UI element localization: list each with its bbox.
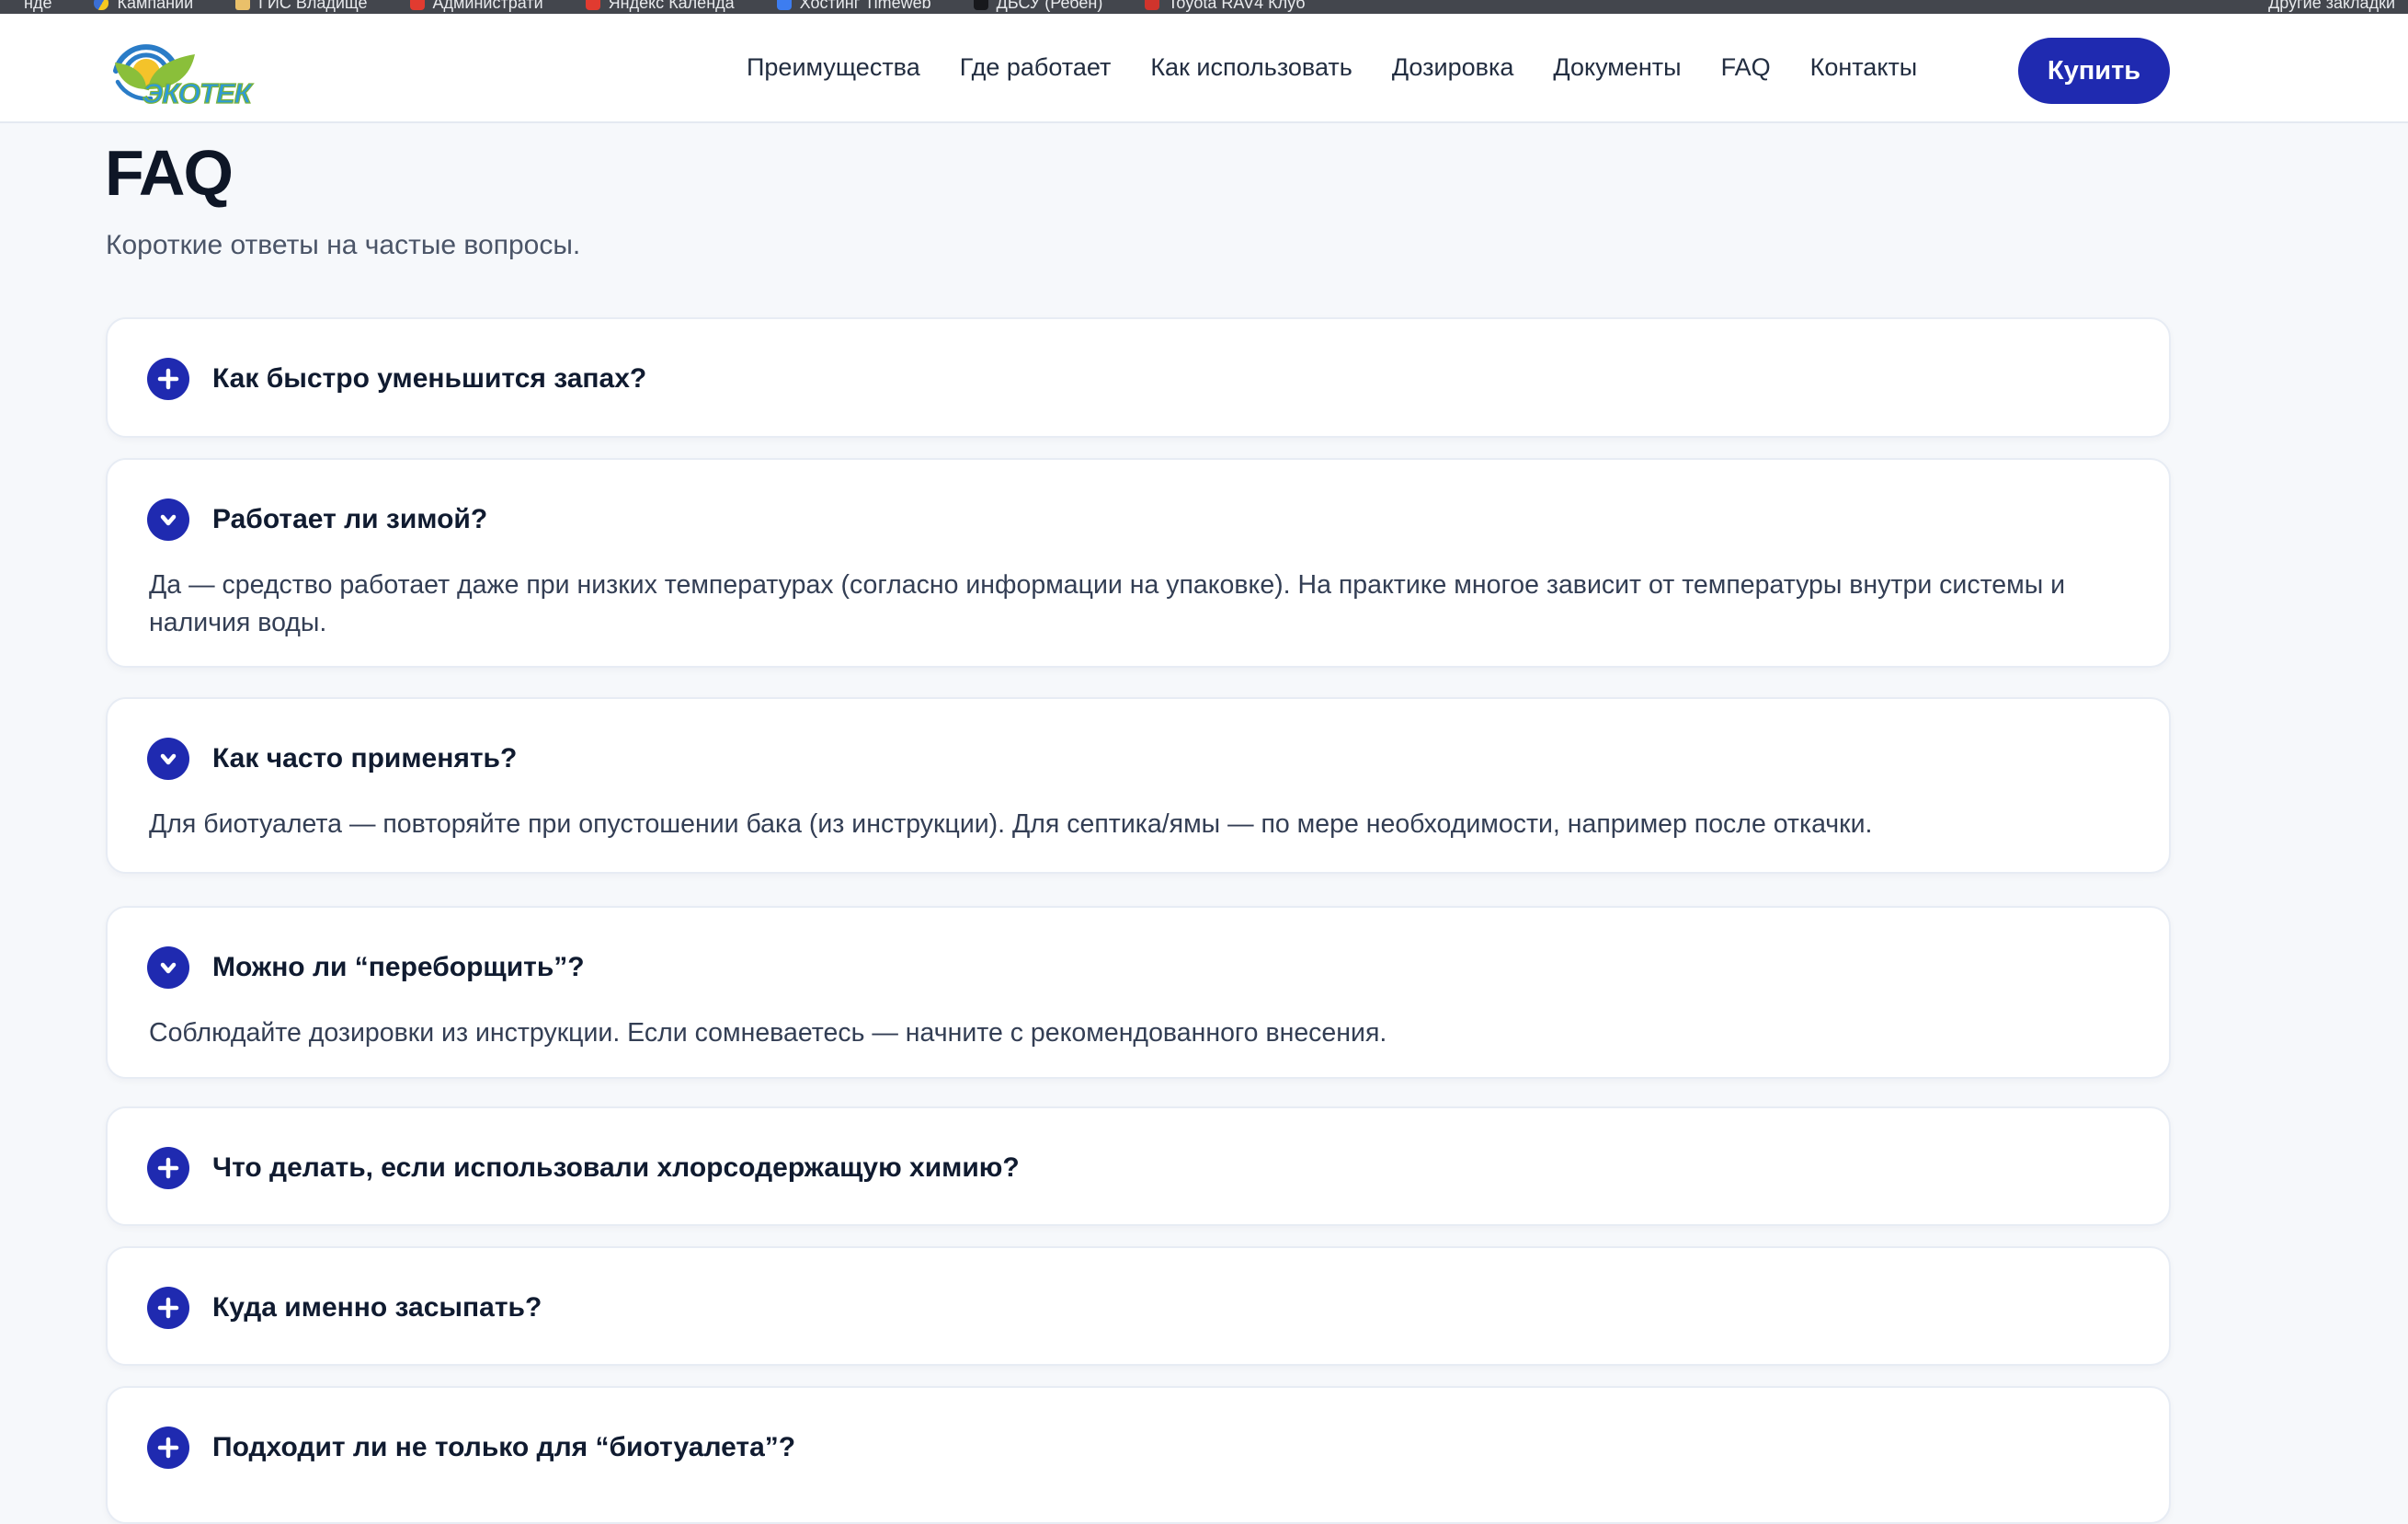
plus-icon[interactable] (147, 1287, 189, 1329)
page-title: FAQ (105, 136, 232, 210)
folder-icon (235, 0, 250, 10)
plus-icon[interactable] (147, 1427, 189, 1469)
plus-icon[interactable] (147, 1147, 189, 1189)
bookmark-label: Хостинг Timeweb (800, 0, 931, 13)
faq-item[interactable]: Работает ли зимой? Да — средство работает… (106, 458, 2171, 668)
faq-item[interactable]: Подходит ли не только для “биотуалета”? (106, 1386, 2171, 1524)
faq-answer: Для биотуалета — повторяйте при опустоше… (149, 806, 2105, 843)
faq-question: Как часто применять? (212, 743, 517, 774)
bookmark-item[interactable]: ДБСУ (Ребен) (974, 0, 1103, 13)
chevron-down-icon[interactable] (147, 738, 189, 780)
nav-link-1[interactable]: Где работает (960, 53, 1112, 82)
faq-item[interactable]: Можно ли “переборщить”? Соблюдайте дозиро… (106, 906, 2171, 1079)
bookmark-label: Яндекс Календа (609, 0, 735, 13)
chevron-down-icon[interactable] (147, 498, 189, 541)
faq-question: Можно ли “переборщить”? (212, 952, 585, 983)
bookmark-label: Администрати (433, 0, 543, 13)
bookmark-item[interactable]: нде (24, 0, 51, 13)
buy-button[interactable]: Купить (2018, 38, 2170, 104)
favicon-icon (1145, 0, 1159, 10)
favicon-icon (777, 0, 792, 10)
faq-item[interactable]: Что делать, если использовали хлорсодерж… (106, 1106, 2171, 1226)
nav-link-6[interactable]: Контакты (1810, 53, 1918, 82)
bookmark-label: Toyota RAV4 Клуб (1168, 0, 1305, 13)
faq-question: Куда именно засыпать? (212, 1292, 542, 1323)
site-header: ЭКОТЕК Преимущества Где работает Как испол… (0, 14, 2408, 123)
nav-link-3[interactable]: Дозировка (1392, 53, 1514, 82)
faq-answer: Соблюдайте дозировки из инструкции. Если… (149, 1014, 2105, 1052)
chevron-down-icon[interactable] (147, 946, 189, 989)
bookmark-label: ГИС Владище (258, 0, 367, 13)
faq-question: Работает ли зимой? (212, 504, 487, 535)
other-bookmarks-button[interactable]: Другие закладки (2268, 0, 2395, 14)
brand-wordmark: ЭКОТЕК (143, 77, 254, 109)
faq-question: Что делать, если использовали хлорсодерж… (212, 1152, 1020, 1184)
bookmark-label: ДБСУ (Ребен) (997, 0, 1103, 13)
faq-item[interactable]: Как быстро уменьшится запах? (106, 317, 2171, 438)
page-subtitle: Короткие ответы на частые вопросы. (106, 230, 580, 261)
main-nav: Преимущества Где работает Как использовать… (747, 14, 1917, 121)
bookmark-item[interactable]: Администрати (410, 0, 543, 13)
brand-logo[interactable]: ЭКОТЕК (103, 36, 264, 109)
favicon-icon (586, 0, 600, 10)
shield-icon (94, 0, 108, 10)
bookmark-label: Кампании (117, 0, 193, 13)
faq-question: Подходит ли не только для “биотуалета”? (212, 1432, 795, 1463)
bookmark-item[interactable]: Toyota RAV4 Клуб (1145, 0, 1305, 13)
plus-icon[interactable] (147, 358, 189, 400)
faq-answer: Да — средство работает даже при низких т… (149, 567, 2105, 642)
nav-link-0[interactable]: Преимущества (747, 53, 920, 82)
buy-button-label: Купить (2048, 56, 2140, 86)
other-bookmarks-label: Другие закладки (2268, 0, 2395, 13)
nav-link-5[interactable]: FAQ (1721, 53, 1771, 82)
favicon-icon (974, 0, 988, 10)
bookmark-label: нде (24, 0, 51, 13)
nav-link-4[interactable]: Документы (1553, 53, 1681, 82)
ecotek-logo-icon: ЭКОТЕК (103, 36, 264, 109)
faq-item[interactable]: Куда именно засыпать? (106, 1246, 2171, 1366)
faq-question: Как быстро уменьшится запах? (212, 363, 646, 395)
bookmark-item[interactable]: Яндекс Календа (586, 0, 735, 13)
browser-bookmarks-bar: нде Кампании ГИС Владище Администрати Яндекс… (0, 0, 2408, 14)
bookmark-item[interactable]: Кампании (94, 0, 193, 13)
nav-link-2[interactable]: Как использовать (1150, 53, 1352, 82)
faq-item[interactable]: Как часто применять? Для биотуалета — пов… (106, 697, 2171, 874)
favicon-icon (410, 0, 425, 10)
bookmark-item[interactable]: Хостинг Timeweb (777, 0, 931, 13)
bookmark-item[interactable]: ГИС Владище (235, 0, 367, 13)
